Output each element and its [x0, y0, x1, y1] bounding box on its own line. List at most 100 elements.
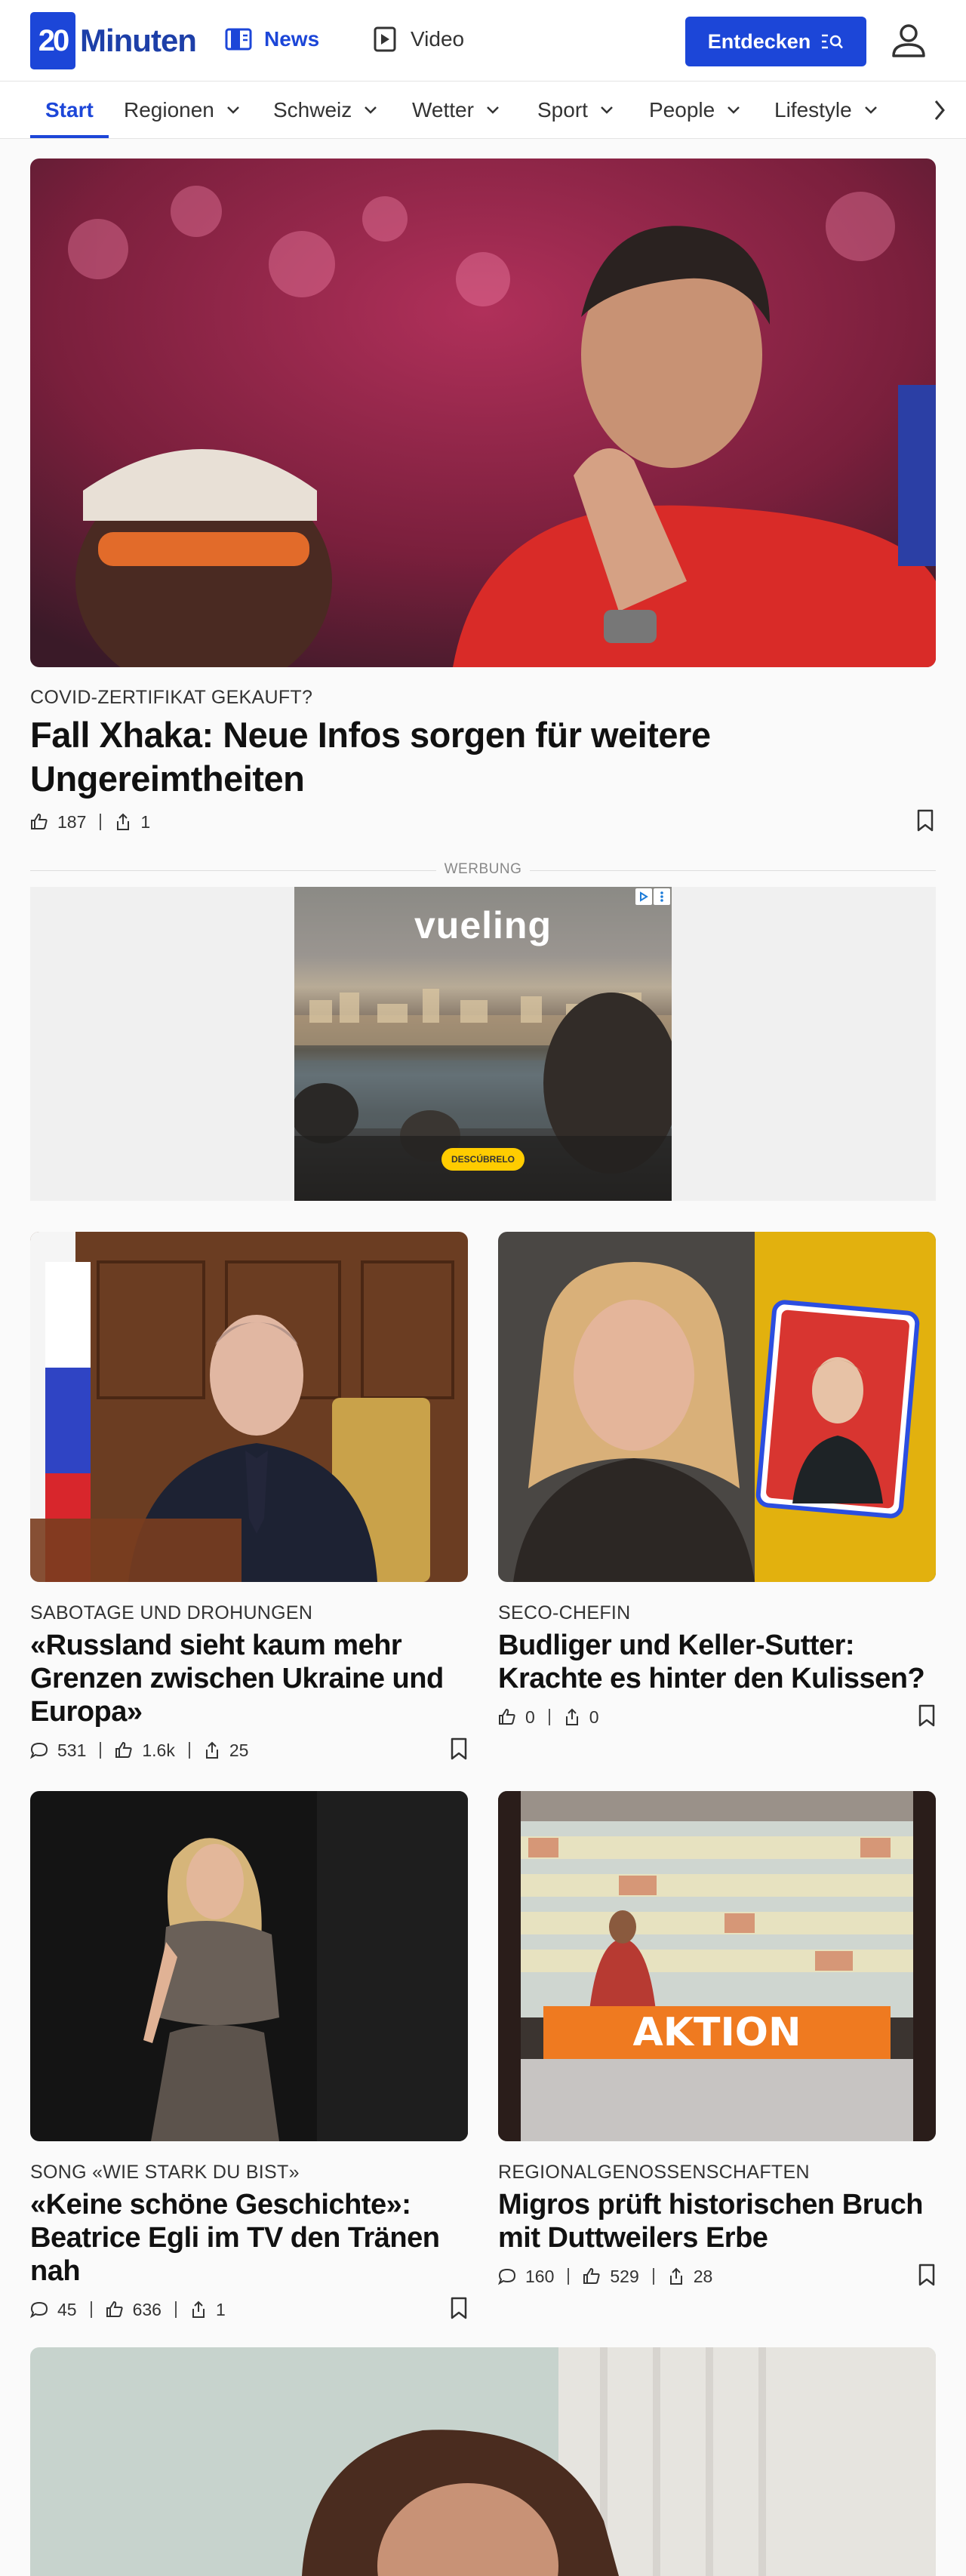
more-options-icon: [654, 888, 670, 905]
chevron-right-icon: [934, 100, 945, 120]
likes[interactable]: 1.6k: [115, 1740, 175, 1761]
meta-separator: [174, 2301, 177, 2318]
hero-image[interactable]: [30, 158, 936, 667]
thumbs-up-icon: [499, 1708, 515, 1725]
share-icon: [669, 2267, 682, 2285]
article-meta: 0 0: [498, 1703, 599, 1731]
likes[interactable]: 0: [498, 1707, 535, 1728]
hero-headline[interactable]: Fall Xhaka: Neue Infos sorgen für weiter…: [30, 713, 785, 801]
comment-icon: [30, 1742, 48, 1759]
category-scroll-next[interactable]: [913, 82, 966, 138]
article-headline[interactable]: Budliger und Keller-Sutter: Krachte es h…: [498, 1629, 936, 1695]
comments-count: 531: [57, 1740, 87, 1760]
tab-sport[interactable]: Sport: [537, 82, 614, 138]
hero-kicker: COVID-ZERTIFIKAT GEKAUFT?: [30, 687, 313, 708]
chevron-down-icon: [601, 106, 613, 114]
likes-count: 529: [610, 2266, 639, 2286]
share-icon: [192, 2301, 205, 2318]
share-icon: [565, 1708, 578, 1725]
article-headline[interactable]: Migros prüft historischen Bruch mit Dutt…: [498, 2188, 936, 2254]
shares-count: 1: [140, 811, 151, 832]
likes[interactable]: 187: [30, 812, 86, 833]
shares-count: 0: [589, 1707, 599, 1727]
thumbs-up-icon: [583, 2267, 600, 2284]
article-image[interactable]: [30, 1232, 468, 1582]
hero-meta: 187 1: [30, 808, 150, 836]
thumbs-up-icon: [31, 813, 48, 829]
meta-separator: [100, 814, 102, 830]
chevron-down-icon: [487, 106, 499, 114]
user-account-button[interactable]: [889, 21, 928, 60]
tab-regionen[interactable]: Regionen: [124, 82, 240, 138]
tab-lifestyle[interactable]: Lifestyle: [774, 82, 878, 138]
thumbs-up-icon: [115, 1741, 132, 1758]
comments[interactable]: 160: [498, 2267, 554, 2287]
tab-label: Regionen: [124, 98, 214, 122]
tab-people[interactable]: People: [649, 82, 740, 138]
article-kicker: SABOTAGE UND DROHUNGEN: [30, 1602, 313, 1623]
article-image[interactable]: [30, 1791, 468, 2141]
shares[interactable]: 1: [190, 2300, 226, 2320]
shares[interactable]: 25: [204, 1740, 248, 1761]
article-meta: 160 529 28: [498, 2263, 712, 2290]
bookmark-icon[interactable]: [450, 1737, 468, 1760]
comments[interactable]: 531: [30, 1740, 86, 1761]
article-kicker: REGIONALGENOSSENSCHAFTEN: [498, 2162, 810, 2183]
shares[interactable]: 28: [668, 2266, 713, 2287]
article-kicker: SONG «WIE STARK DU BIST»: [30, 2162, 300, 2183]
bookmark-icon[interactable]: [918, 2264, 936, 2286]
ad-cta-button[interactable]: DESCÚBRELO: [441, 1148, 525, 1171]
article-headline[interactable]: «Keine schöne Geschichte»: Beatrice Egli…: [30, 2188, 468, 2288]
likes-count: 1.6k: [142, 1740, 175, 1760]
article-kicker: SECO-CHEFIN: [498, 1602, 631, 1623]
news-icon: [225, 26, 252, 53]
ad-choices[interactable]: [635, 888, 670, 905]
tab-start[interactable]: Start: [30, 82, 109, 138]
site-header: 20 Minuten News Video Entdecken: [0, 0, 966, 82]
category-nav: Start Regionen Schweiz Wetter Sport Peop…: [0, 82, 966, 139]
share-icon: [117, 813, 130, 830]
tab-label: Schweiz: [273, 98, 352, 122]
article-headline[interactable]: «Russland sieht kaum mehr Grenzen zwisch…: [30, 1629, 468, 1728]
chevron-down-icon: [728, 106, 740, 114]
tab-schweiz[interactable]: Schweiz: [273, 82, 377, 138]
comments[interactable]: 45: [30, 2300, 77, 2320]
comment-icon: [30, 2301, 48, 2319]
nav-news[interactable]: News: [225, 23, 319, 56]
shares[interactable]: 0: [564, 1707, 599, 1728]
comment-icon: [498, 2268, 516, 2285]
ad-creative[interactable]: vueling DESCÚBRELO: [294, 887, 672, 1201]
tab-wetter[interactable]: Wetter: [412, 82, 500, 138]
comments-count: 45: [57, 2299, 77, 2319]
comments-count: 160: [525, 2266, 555, 2286]
chevron-down-icon: [864, 106, 877, 114]
bookmark-icon[interactable]: [450, 2297, 468, 2319]
tab-label: Lifestyle: [774, 98, 852, 122]
entdecken-label: Entdecken: [707, 29, 811, 53]
tab-label: People: [649, 98, 715, 122]
meta-separator: [548, 1709, 550, 1725]
bookmark-icon[interactable]: [916, 809, 934, 832]
shares-count: 1: [215, 2299, 226, 2319]
search-list-icon: [822, 34, 844, 49]
logo-text: Minuten: [80, 23, 197, 58]
shares[interactable]: 1: [115, 812, 150, 833]
likes[interactable]: 636: [106, 2300, 162, 2320]
ad-label: WERBUNG: [436, 861, 530, 879]
likes-count: 187: [57, 811, 87, 832]
nav-video[interactable]: Video: [371, 23, 464, 56]
tab-label: Wetter: [412, 98, 474, 122]
article-image[interactable]: AKTION: [498, 1791, 936, 2141]
tab-label: Sport: [537, 98, 588, 122]
bookmark-icon[interactable]: [918, 1704, 936, 1727]
shares-count: 28: [693, 2266, 713, 2286]
article-meta: 531 1.6k 25: [30, 1737, 248, 1764]
logo[interactable]: 20 Minuten: [30, 12, 197, 69]
likes-count: 0: [525, 1707, 535, 1727]
meta-separator: [652, 2268, 654, 2285]
user-icon: [892, 24, 925, 57]
entdecken-button[interactable]: Entdecken: [685, 17, 866, 66]
article-image[interactable]: [498, 1232, 936, 1582]
featured-image[interactable]: [30, 2347, 936, 2576]
likes[interactable]: 529: [583, 2266, 639, 2287]
